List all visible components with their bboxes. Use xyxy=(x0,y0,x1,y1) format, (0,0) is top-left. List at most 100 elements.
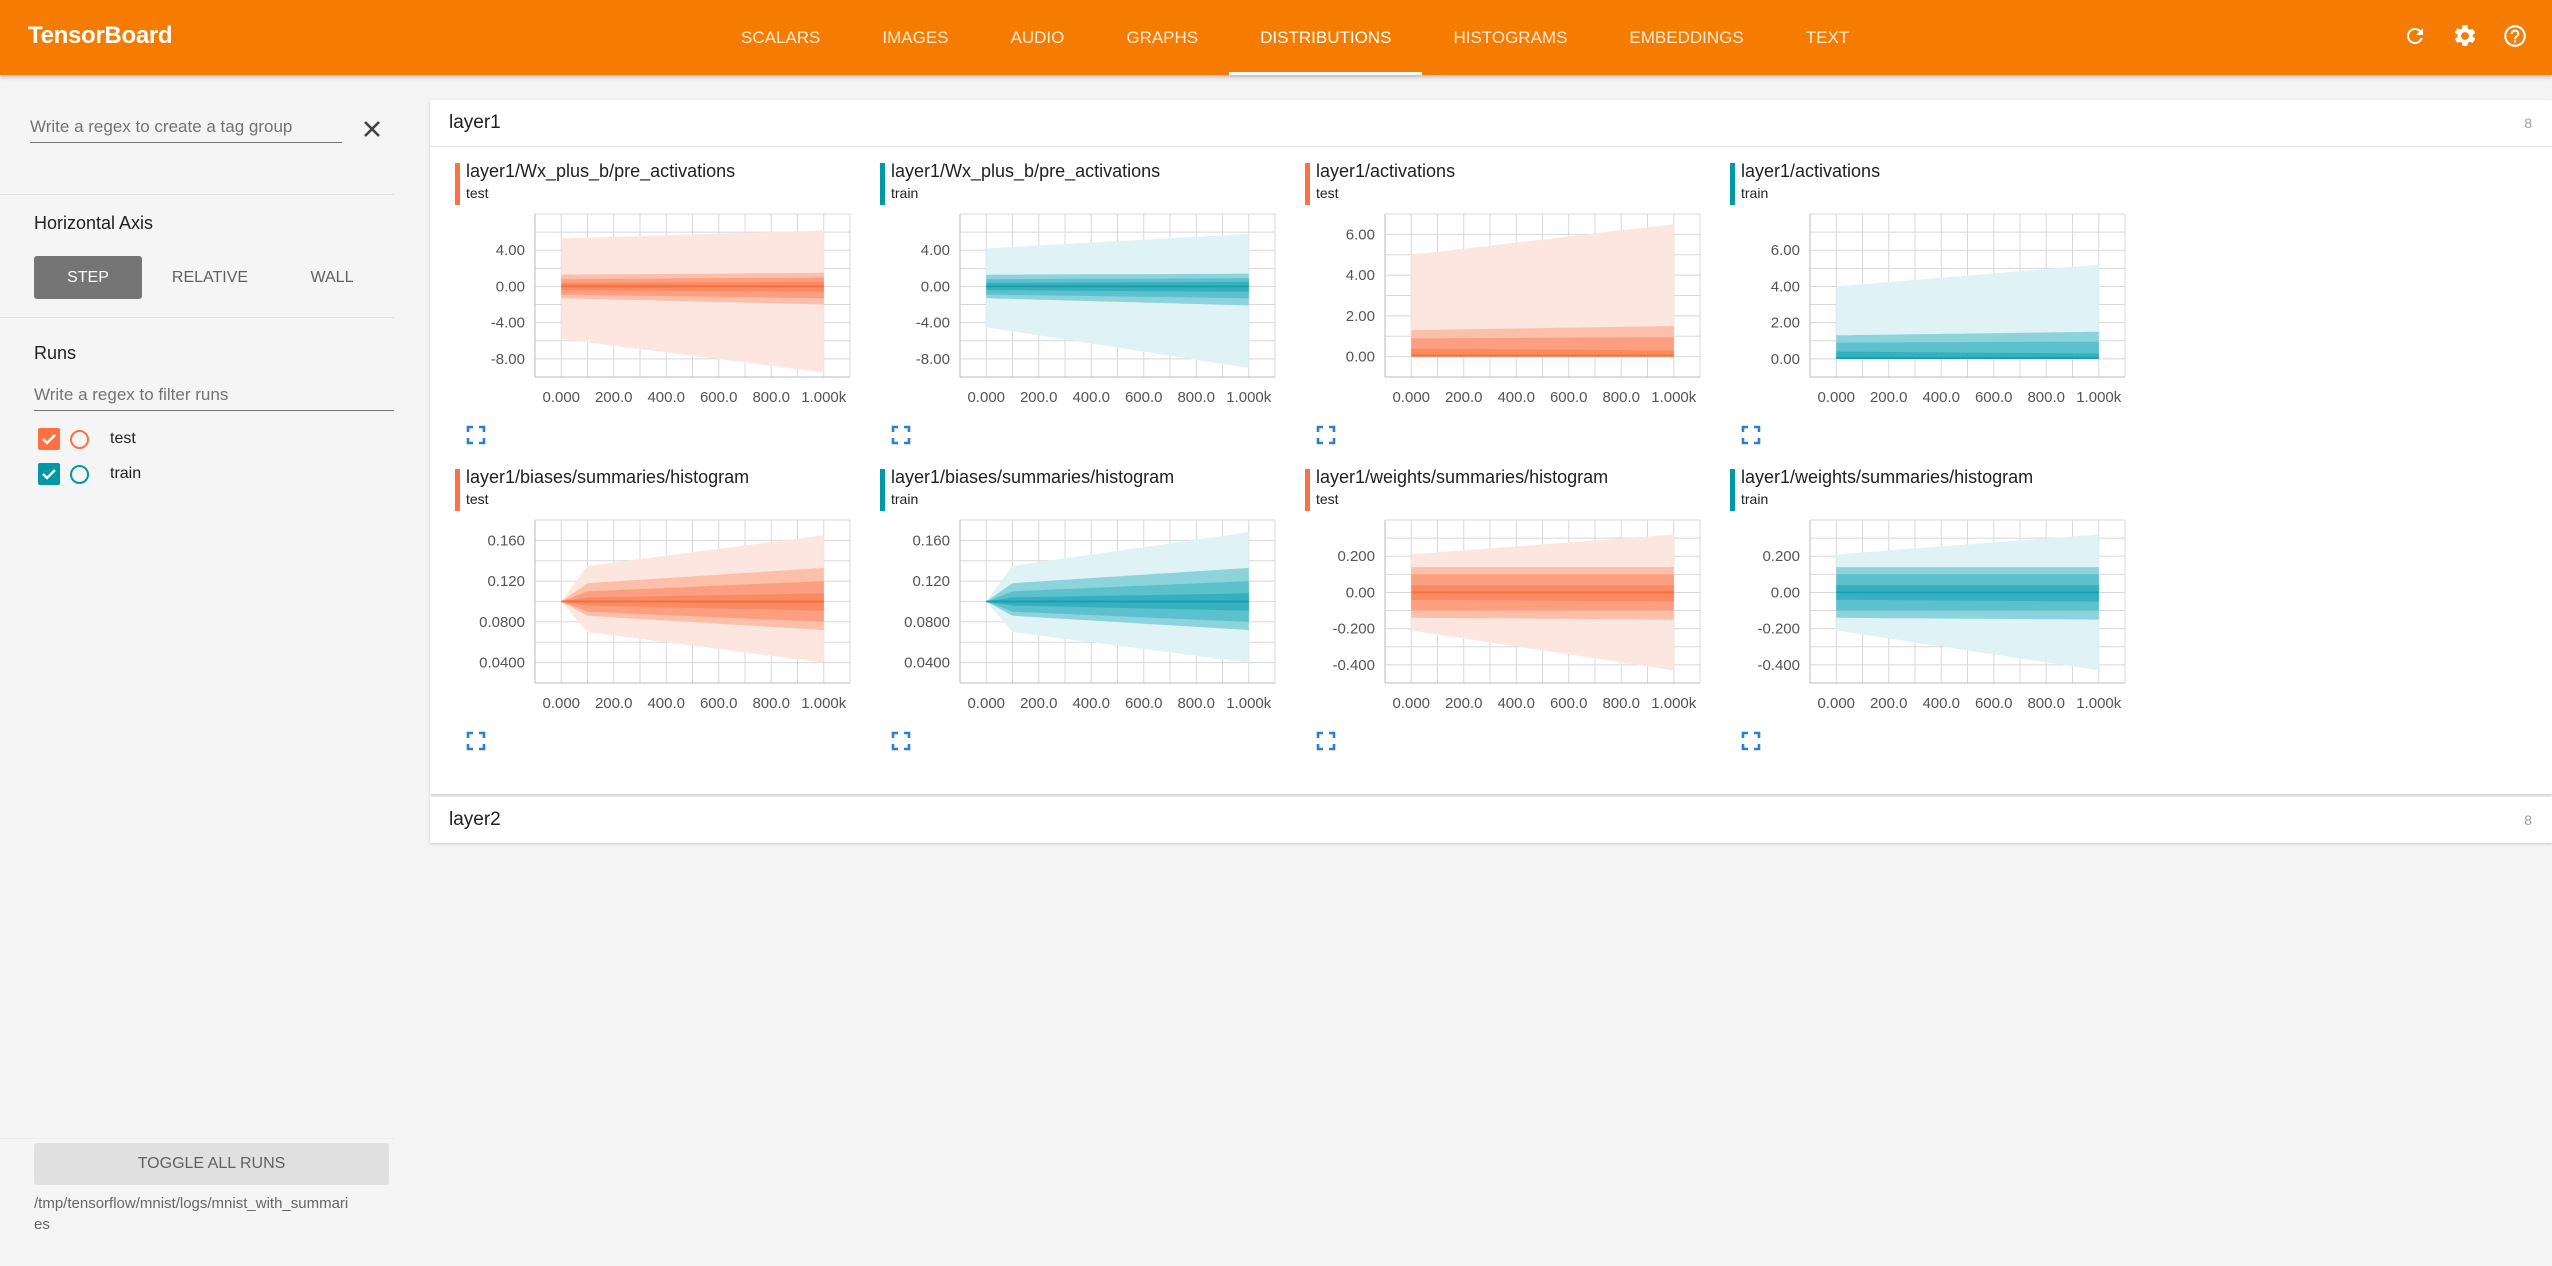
tag-group-input[interactable] xyxy=(30,113,342,141)
x-tick-label: 0.000 xyxy=(542,695,580,712)
main-tabs: SCALARS IMAGES AUDIO GRAPHS DISTRIBUTION… xyxy=(710,0,1880,75)
tag-group-count: 8 xyxy=(2524,115,2532,131)
y-tick-label: 0.200 xyxy=(1337,548,1375,565)
y-tick-label: 6.00 xyxy=(1346,226,1375,243)
run-color-radio-train[interactable] xyxy=(70,464,89,484)
runs-filter-field xyxy=(34,381,394,411)
distribution-card: layer1/Wx_plus_b/pre_activationstest 4.00… xyxy=(455,157,875,457)
y-tick-label: 0.00 xyxy=(496,278,525,295)
tab-images[interactable]: IMAGES xyxy=(851,0,979,75)
distribution-card: layer1/biases/summaries/histogram test 0.1… xyxy=(455,463,875,763)
x-tick-label: 400.0 xyxy=(1497,695,1535,712)
fullscreen-icon xyxy=(891,425,911,445)
y-tick-label: 0.200 xyxy=(1762,548,1800,565)
y-tick-label: 0.00 xyxy=(921,278,950,295)
run-checkbox-test[interactable] xyxy=(38,428,60,450)
tab-histograms[interactable]: HISTOGRAMS xyxy=(1422,0,1598,75)
clear-tag-group-button[interactable] xyxy=(358,115,386,143)
refresh-button[interactable] xyxy=(2400,20,2430,52)
x-tick-label: 0.000 xyxy=(1392,695,1430,712)
x-tick-label: 200.0 xyxy=(1445,695,1483,712)
toggle-all-runs-button[interactable]: TOGGLE ALL RUNS xyxy=(34,1143,389,1185)
chart-title: layer1/Wx_plus_b/pre_activations xyxy=(466,161,736,181)
tab-text[interactable]: TEXT xyxy=(1775,0,1880,75)
distribution-chart[interactable]: 0.200 0.00 -0.200 -0.400 0.000 200.0 400.0 600.… xyxy=(1305,518,1705,728)
distribution-chart[interactable]: 6.00 4.00 2.00 0.00 0.000 200.0 400.0 600.0 800.… xyxy=(1730,212,2130,422)
y-tick-label: -0.400 xyxy=(1332,657,1375,674)
settings-gear-icon xyxy=(2454,25,2476,46)
run-color-radio-test[interactable] xyxy=(70,429,89,449)
expand-chart-button[interactable] xyxy=(1741,425,1761,445)
y-tick-label: 4.00 xyxy=(1771,278,1800,295)
tab-embeddings[interactable]: EMBEDDINGS xyxy=(1598,0,1774,75)
tag-group-title: layer1 xyxy=(449,112,501,133)
y-tick-label: 2.00 xyxy=(1346,308,1375,325)
run-color-indicator xyxy=(1730,163,1735,205)
log-directory: /tmp/tensorflow/mnist/logs/mnist_with_su… xyxy=(34,1195,349,1233)
axis-step-button[interactable]: STEP xyxy=(34,256,142,299)
tag-group-header[interactable]: layer2 8 xyxy=(430,797,2552,843)
tag-group-count: 8 xyxy=(2524,812,2532,828)
x-tick-label: 600.0 xyxy=(700,389,738,406)
chart-run-label: test xyxy=(1316,491,1339,507)
x-tick-label: 0.000 xyxy=(1817,389,1855,406)
chart-title: layer1/activations xyxy=(1741,161,1881,181)
y-tick-label: 2.00 xyxy=(1771,315,1800,332)
tab-scalars[interactable]: SCALARS xyxy=(710,0,851,75)
x-tick-label: 800.0 xyxy=(1602,695,1640,712)
x-tick-label: 1.000k xyxy=(1651,695,1697,712)
expand-chart-button[interactable] xyxy=(1316,731,1336,751)
x-tick-label: 200.0 xyxy=(1870,695,1908,712)
fullscreen-icon xyxy=(1741,731,1761,751)
sidebar-divider xyxy=(0,317,394,318)
run-color-indicator xyxy=(1730,469,1735,511)
axis-wall-button[interactable]: WALL xyxy=(278,256,386,299)
y-tick-label: 0.0800 xyxy=(904,614,950,631)
tag-group-header[interactable]: layer1 8 xyxy=(430,100,2552,146)
expand-chart-button[interactable] xyxy=(466,425,486,445)
x-tick-label: 0.000 xyxy=(967,389,1005,406)
chart-run-label: train xyxy=(1741,491,1769,507)
distribution-chart[interactable]: 0.160 0.120 0.0800 0.0400 0.000 200.0 400.0 600… xyxy=(880,518,1280,728)
close-icon xyxy=(364,121,380,137)
expand-chart-button[interactable] xyxy=(891,731,911,751)
run-color-indicator xyxy=(455,163,460,205)
tab-graphs[interactable]: GRAPHS xyxy=(1095,0,1229,75)
tab-distributions[interactable]: DISTRIBUTIONS xyxy=(1229,0,1423,75)
chart-title: layer1/activations xyxy=(1316,161,1456,181)
distribution-chart[interactable]: 4.00 0.00 -4.00 -8.00 0.000 200.0 400.0 600.0 80… xyxy=(880,212,1280,422)
sidebar-divider xyxy=(0,194,394,195)
fullscreen-icon xyxy=(1316,731,1336,751)
settings-button[interactable] xyxy=(2450,20,2480,52)
expand-chart-button[interactable] xyxy=(891,425,911,445)
x-tick-label: 0.000 xyxy=(1817,695,1855,712)
axis-relative-button[interactable]: RELATIVE xyxy=(156,256,264,299)
sidebar-divider xyxy=(0,1138,394,1139)
runs-title: Runs xyxy=(34,343,77,363)
run-checkbox-train[interactable] xyxy=(38,463,60,485)
expand-chart-button[interactable] xyxy=(1741,731,1761,751)
x-tick-label: 600.0 xyxy=(1975,695,2013,712)
checkmark-icon xyxy=(42,469,56,480)
x-tick-label: 800.0 xyxy=(1177,389,1215,406)
help-button[interactable] xyxy=(2500,20,2530,52)
x-tick-label: 600.0 xyxy=(1125,389,1163,406)
distribution-chart[interactable]: 0.160 0.120 0.0800 0.0400 0.000 200.0 400.0 600… xyxy=(455,518,855,728)
runs-filter-input[interactable] xyxy=(34,381,394,409)
chart-run-label: test xyxy=(466,185,489,201)
y-tick-label: 0.0800 xyxy=(479,614,525,631)
distribution-chart[interactable]: 6.00 4.00 2.00 0.00 0.000 200.0 400.0 600.0 800.… xyxy=(1305,212,1705,422)
app-title: TensorBoard xyxy=(28,22,173,49)
distribution-chart[interactable]: 4.00 0.00 -4.00 -8.00 0.000 200.0 400.0 600.0 80… xyxy=(455,212,855,422)
x-tick-label: 800.0 xyxy=(1602,389,1640,406)
help-icon xyxy=(2504,25,2526,47)
x-tick-label: 600.0 xyxy=(1550,389,1588,406)
distribution-card: layer1/activations train 6.00 4.00 2.00 0.00 0… xyxy=(1730,157,2150,457)
distribution-chart[interactable]: 0.200 0.00 -0.200 -0.400 0.000 200.0 400.0 600.… xyxy=(1730,518,2130,728)
x-tick-label: 0.000 xyxy=(542,389,580,406)
expand-chart-button[interactable] xyxy=(1316,425,1336,445)
tag-group-title: layer2 xyxy=(449,809,501,830)
tab-audio[interactable]: AUDIO xyxy=(980,0,1096,75)
expand-chart-button[interactable] xyxy=(466,731,486,751)
x-tick-label: 400.0 xyxy=(1922,695,1960,712)
